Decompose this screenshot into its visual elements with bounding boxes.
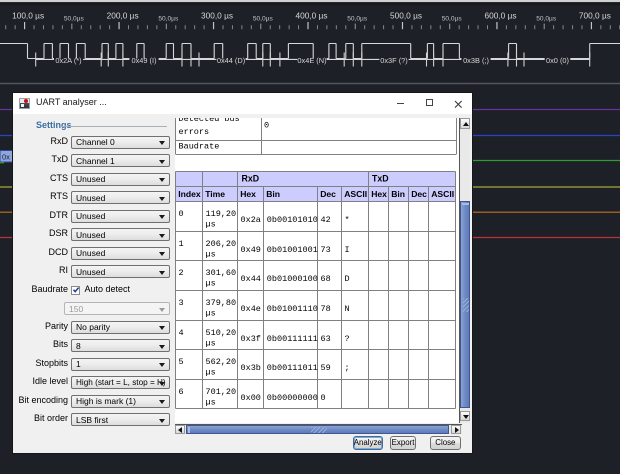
svg-text:µs: µs	[205, 367, 215, 377]
svg-text:Hex: Hex	[240, 189, 256, 199]
svg-text:0b00111011: 0b00111011	[266, 363, 317, 373]
svg-text:6: 6	[178, 387, 183, 397]
svg-text:µs: µs	[205, 219, 215, 229]
svg-text:Dec: Dec	[411, 189, 427, 199]
svg-text:50,0µs: 50,0µs	[158, 15, 179, 22]
svg-text:µs: µs	[205, 338, 215, 348]
svg-text:0x49: 0x49	[240, 245, 260, 255]
svg-text:206,20: 206,20	[205, 239, 236, 249]
svg-text:Bin: Bin	[266, 189, 280, 199]
svg-text:119,20: 119,20	[205, 209, 236, 219]
svg-text:0: 0	[320, 393, 325, 403]
svg-text:510,20: 510,20	[205, 328, 236, 338]
svg-text:0x44: 0x44	[240, 274, 260, 284]
svg-text:0: 0	[178, 209, 183, 219]
svg-text:300,0 µs: 300,0 µs	[201, 11, 233, 21]
svg-text:Baudrate: Baudrate	[178, 141, 219, 151]
svg-text:ASCII: ASCII	[431, 189, 454, 199]
svg-text:700,0 µs: 700,0 µs	[579, 11, 611, 21]
svg-text:562,20: 562,20	[205, 357, 236, 367]
svg-text:63: 63	[320, 334, 330, 344]
svg-text:0x49 (I): 0x49 (I)	[131, 56, 156, 65]
svg-text:N: N	[344, 304, 349, 314]
svg-text:Bin: Bin	[391, 189, 405, 199]
svg-text:301,60: 301,60	[205, 268, 236, 278]
svg-text:59: 59	[320, 363, 330, 373]
svg-text:0b01001001: 0b01001001	[266, 245, 317, 255]
svg-text:Dec: Dec	[320, 189, 336, 199]
svg-text:0x3f: 0x3f	[240, 334, 260, 344]
svg-text:Time: Time	[205, 189, 225, 199]
svg-text:42: 42	[320, 215, 330, 225]
svg-text:µs: µs	[205, 249, 215, 259]
svg-text:µs: µs	[205, 278, 215, 288]
svg-text:µs: µs	[205, 308, 215, 318]
svg-text:0x: 0x	[2, 153, 10, 162]
svg-text:1: 1	[178, 239, 183, 249]
svg-text:0b00101010: 0b00101010	[266, 215, 317, 225]
svg-text:50,0µs: 50,0µs	[253, 15, 274, 22]
svg-text:errors: errors	[178, 127, 209, 137]
svg-text:500,0 µs: 500,0 µs	[390, 11, 422, 21]
svg-text:400,0 µs: 400,0 µs	[296, 11, 328, 21]
svg-text:68: 68	[320, 274, 330, 284]
svg-text:0x00: 0x00	[240, 393, 260, 403]
svg-text:0x4E (N): 0x4E (N)	[297, 56, 326, 65]
svg-text:Detected bus: Detected bus	[178, 118, 239, 124]
svg-text:RxD: RxD	[241, 173, 259, 183]
svg-text:0x3b: 0x3b	[240, 363, 260, 373]
svg-text:I: I	[344, 245, 349, 255]
svg-text:379,80: 379,80	[205, 298, 236, 308]
svg-text:ASCII: ASCII	[344, 189, 367, 199]
svg-text:73: 73	[320, 245, 330, 255]
svg-text:0: 0	[264, 120, 269, 130]
svg-text:78: 78	[320, 304, 330, 314]
svg-text:100,0 µs: 100,0 µs	[12, 11, 44, 21]
svg-text:4: 4	[178, 328, 183, 338]
svg-text:0x44 (D): 0x44 (D)	[217, 56, 245, 65]
svg-text:Index: Index	[178, 189, 201, 199]
svg-text:200,0 µs: 200,0 µs	[107, 11, 139, 21]
svg-text:D: D	[344, 274, 349, 284]
svg-text:0x2A (*): 0x2A (*)	[55, 56, 81, 65]
svg-text:3: 3	[178, 298, 183, 308]
svg-text:Hex: Hex	[371, 189, 387, 199]
svg-text:0b00111111: 0b00111111	[266, 334, 317, 344]
svg-text:0x3F (?): 0x3F (?)	[380, 56, 408, 65]
svg-text:0x4e: 0x4e	[240, 304, 260, 314]
svg-text:0b01001110: 0b01001110	[266, 304, 317, 314]
svg-text:2: 2	[178, 268, 183, 278]
svg-text:;: ;	[344, 363, 349, 373]
svg-text:600,0 µs: 600,0 µs	[485, 11, 517, 21]
svg-text:50,0µs: 50,0µs	[64, 15, 85, 22]
svg-text:µs: µs	[205, 397, 215, 407]
svg-text:701,20: 701,20	[205, 387, 236, 397]
svg-text:0b00000000: 0b00000000	[266, 393, 317, 403]
svg-text:*: *	[344, 215, 349, 225]
svg-text:0x3B (;): 0x3B (;)	[463, 56, 489, 65]
svg-text:0x2a: 0x2a	[240, 215, 260, 225]
svg-text:TxD: TxD	[372, 173, 389, 183]
svg-text:?: ?	[344, 334, 349, 344]
svg-text:50,0µs: 50,0µs	[442, 15, 463, 22]
svg-text:5: 5	[178, 357, 183, 367]
svg-text:50,0µs: 50,0µs	[347, 15, 368, 22]
svg-text:0x0 (0): 0x0 (0)	[546, 56, 569, 65]
svg-text:50,0µs: 50,0µs	[536, 15, 557, 22]
svg-text:0b01000100: 0b01000100	[266, 274, 317, 284]
